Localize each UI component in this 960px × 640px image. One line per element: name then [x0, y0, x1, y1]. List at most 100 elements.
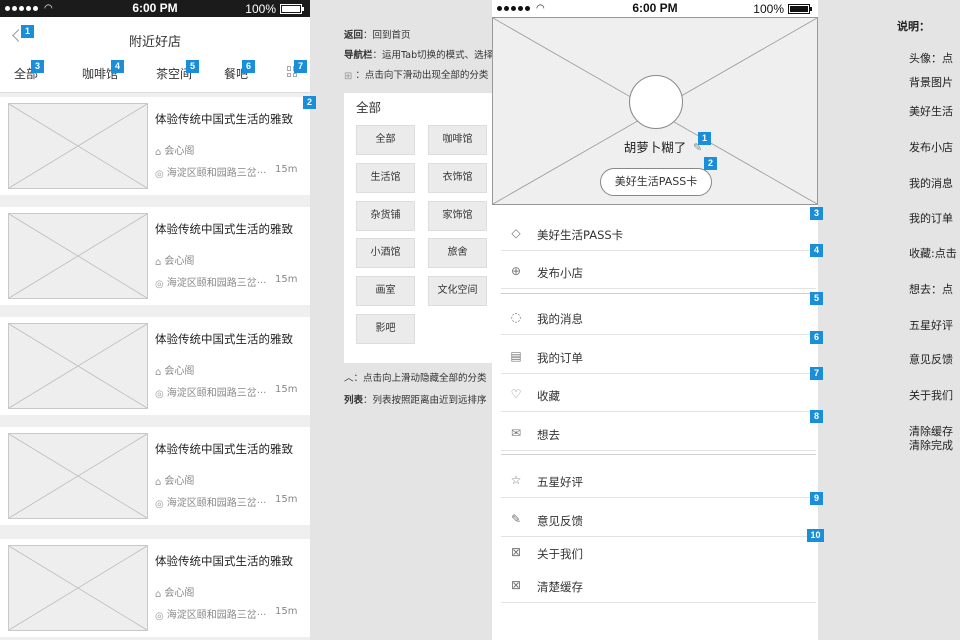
annotation-badge: 6 — [810, 331, 823, 344]
category-chip[interactable]: 文化空间 — [428, 276, 487, 306]
note-line: 我的订单 — [909, 212, 953, 225]
category-chip[interactable]: 全部 — [356, 125, 415, 155]
diamond-icon: ◇ — [511, 226, 521, 240]
battery-indicator: 100% — [753, 2, 812, 16]
list-item[interactable]: 体验传统中国式生活的雅致 ⌂ 会心阁 ◎ 海淀区颐和园路三岔··· 15m — [0, 207, 310, 305]
username: 胡萝卜糊了 — [623, 140, 687, 155]
divider — [501, 454, 816, 455]
note-line: 关于我们 — [909, 389, 953, 402]
image-placeholder — [8, 323, 148, 409]
menu-item-messages[interactable]: ◌ 我的消息 — [501, 301, 816, 335]
note-list: 列表：列表按照距离由近到远排序 — [344, 395, 487, 406]
shop-name: ⌂ 会心阁 — [155, 146, 195, 158]
battery-icon — [788, 4, 812, 14]
profile-screen: 胡萝卜糊了 ✎ 美好生活PASS卡 ◇ 美好生活PASS卡 ⊕ 发布小店 ◌ 我的消息… — [492, 17, 818, 640]
list-item[interactable]: 体验传统中国式生活的雅致 ⌂ 会心阁 ◎ 海淀区颐和园路三岔··· 15m — [0, 97, 310, 195]
status-bar: ◠ 6:00 PM 100% — [0, 0, 310, 17]
category-chip[interactable]: 生活馆 — [356, 163, 415, 193]
page-title: 附近好店 — [128, 35, 181, 50]
location-pin-icon: ◎ — [155, 611, 164, 622]
annotation-badge: 8 — [810, 410, 823, 423]
annotation-badge: 7 — [810, 367, 823, 380]
distance: 15m — [275, 164, 298, 175]
menu-item-about[interactable]: ⊠ 关于我们 — [501, 536, 816, 570]
battery-percent: 100% — [245, 2, 276, 16]
menu-item-publish-shop[interactable]: ⊕ 发布小店 — [501, 255, 816, 289]
distance: 15m — [275, 274, 298, 285]
category-chip[interactable]: 小酒馆 — [356, 238, 415, 268]
shop-address: ◎ 海淀区颐和园路三岔··· — [155, 388, 267, 400]
shop-title: 体验传统中国式生活的雅致 — [155, 332, 293, 346]
location-pin-icon: ◎ — [155, 169, 164, 180]
home-icon: ⌂ — [155, 367, 162, 378]
home-icon: ⌂ — [155, 589, 162, 600]
status-bar: ◠ 6:00 PM 100% — [492, 0, 818, 17]
annotation-badge: 3 — [31, 60, 44, 73]
category-chip[interactable]: 杂货铺 — [356, 201, 415, 231]
note-line: 意见反馈 — [909, 353, 953, 366]
note-grid: ⊞ ：点击向下滑动出现全部的分类 — [344, 70, 489, 82]
category-panel: 全部 全部 咖啡馆 生活馆 衣饰馆 杂货铺 家饰馆 小酒馆 旅舍 画室 文化空间… — [344, 93, 494, 363]
battery-icon — [280, 4, 304, 14]
menu-item-feedback[interactable]: ✎ 意见反馈 — [501, 503, 816, 537]
note-collapse: ︿：点击向上滑动隐藏全部的分类 — [344, 373, 487, 384]
note-line: 五星好评 — [909, 319, 953, 332]
note-line: 我的消息 — [909, 177, 953, 190]
annotation-badge: 4 — [810, 244, 823, 257]
header: 附近好店 全部 咖啡馆 茶空间 餐吧 — [0, 17, 310, 93]
category-chip[interactable]: 咖啡馆 — [428, 125, 487, 155]
annotation-badge: 7 — [294, 60, 307, 73]
shop-name: ⌂ 会心阁 — [155, 256, 195, 268]
category-chip[interactable]: 影吧 — [356, 314, 415, 344]
annotation-badge: 6 — [242, 60, 255, 73]
shop-name: ⌂ 会心阁 — [155, 588, 195, 600]
menu-item-favorites[interactable]: ♡ 收藏 — [501, 378, 816, 412]
annotation-badge: 2 — [303, 96, 316, 109]
image-placeholder — [8, 213, 148, 299]
avatar[interactable] — [629, 75, 683, 129]
divider — [501, 293, 816, 294]
star-icon: ☆ — [510, 473, 522, 487]
note-line: 收藏:点击 — [909, 247, 957, 260]
pass-card-button[interactable]: 美好生活PASS卡 — [600, 168, 712, 196]
shop-name: ⌂ 会心阁 — [155, 366, 195, 378]
menu-item-pass-card[interactable]: ◇ 美好生活PASS卡 — [501, 217, 816, 251]
menu-item-orders[interactable]: ▤ 我的订单 — [501, 340, 816, 374]
shop-title: 体验传统中国式生活的雅致 — [155, 442, 293, 456]
shop-address: ◎ 海淀区颐和园路三岔··· — [155, 278, 267, 290]
shop-title: 体验传统中国式生活的雅致 — [155, 222, 293, 236]
list-item[interactable]: 体验传统中国式生活的雅致 ⌂ 会心阁 ◎ 海淀区颐和园路三岔··· 15m — [0, 317, 310, 415]
annotation-badge: 3 — [810, 207, 823, 220]
annotation-badge: 1 — [21, 25, 34, 38]
chat-icon: ◌ — [510, 310, 522, 324]
shop-address: ◎ 海淀区颐和园路三岔··· — [155, 498, 267, 510]
list-item[interactable]: 体验传统中国式生活的雅致 ⌂ 会心阁 ◎ 海淀区颐和园路三岔··· 15m — [0, 539, 310, 637]
menu-item-clear-cache[interactable]: ⊠ 清楚缓存 — [501, 569, 816, 603]
plus-circle-icon: ⊕ — [510, 264, 522, 278]
shop-name: ⌂ 会心阁 — [155, 476, 195, 488]
battery-percent: 100% — [753, 2, 784, 16]
background-image[interactable]: 胡萝卜糊了 ✎ 美好生活PASS卡 — [492, 17, 818, 205]
annotation-badge: 4 — [111, 60, 124, 73]
shop-title: 体验传统中国式生活的雅致 — [155, 554, 293, 568]
distance: 15m — [275, 494, 298, 505]
image-placeholder — [8, 545, 148, 631]
list-item[interactable]: 体验传统中国式生活的雅致 ⌂ 会心阁 ◎ 海淀区颐和园路三岔··· 15m — [0, 427, 310, 525]
category-chip[interactable]: 旅舍 — [428, 238, 487, 268]
home-icon: ⌂ — [155, 477, 162, 488]
category-chip[interactable]: 画室 — [356, 276, 415, 306]
annotation-badge: 2 — [704, 157, 717, 170]
category-chip[interactable]: 衣饰馆 — [428, 163, 487, 193]
note-back: 返回：回到首页 — [344, 30, 411, 41]
category-chip[interactable]: 家饰馆 — [428, 201, 487, 231]
placeholder-icon: ⊠ — [510, 545, 522, 559]
grid-icon: ⊞ — [344, 71, 353, 82]
distance: 15m — [275, 384, 298, 395]
location-pin-icon: ◎ — [155, 499, 164, 510]
shop-title: 体验传统中国式生活的雅致 — [155, 112, 293, 126]
menu-item-rate[interactable]: ☆ 五星好评 — [501, 464, 816, 498]
menu-item-want-to-go[interactable]: ✉ 想去 — [501, 417, 816, 451]
location-pin-icon: ◎ — [155, 279, 164, 290]
location-pin-icon: ◎ — [155, 389, 164, 400]
category-panel-title: 全部 — [356, 100, 382, 115]
